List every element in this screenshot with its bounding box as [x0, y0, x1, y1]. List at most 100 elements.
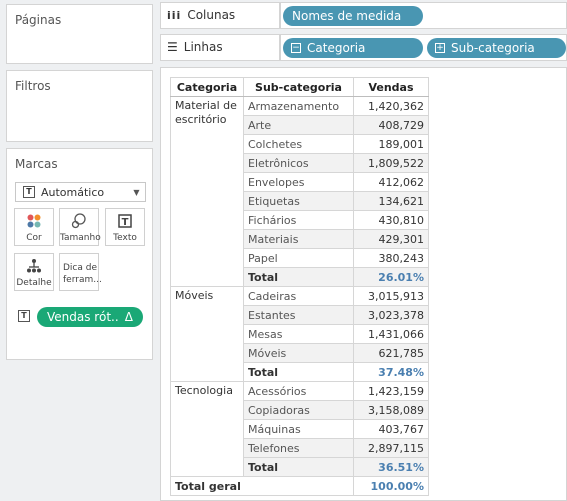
- mark-type-value: Automático: [41, 185, 105, 199]
- color-dots-icon: [15, 213, 53, 233]
- subtotal-value[interactable]: 36.51%: [353, 457, 429, 477]
- tooltip-label: Dica de ferram...: [63, 263, 102, 285]
- columns-icon: iii: [167, 8, 182, 22]
- sales-cell[interactable]: 2,897,115: [353, 438, 429, 458]
- grand-total-row[interactable]: Total geral 100.00%: [170, 476, 429, 496]
- grand-total-value[interactable]: 100.00%: [353, 476, 429, 496]
- subtotal-value[interactable]: 26.01%: [353, 267, 429, 287]
- viz-canvas[interactable]: Categoria Sub-categoria Vendas Material …: [160, 67, 567, 501]
- collapse-icon[interactable]: −: [291, 43, 301, 53]
- detail-icon: [15, 258, 53, 278]
- marks-panel: Marcas T Automático ▼ Cor Tamanho T Text…: [6, 148, 153, 360]
- sales-cell[interactable]: 3,158,089: [353, 400, 429, 420]
- sales-cell[interactable]: 430,810: [353, 210, 429, 230]
- row-pill-subcategory-label: Sub-categoria: [451, 41, 535, 55]
- sales-cell[interactable]: 380,243: [353, 248, 429, 268]
- category-cell[interactable]: Móveis: [170, 286, 244, 382]
- delta-icon: Δ: [124, 310, 133, 324]
- subcategory-cell[interactable]: Estantes: [243, 305, 354, 325]
- pages-title: Páginas: [15, 13, 62, 27]
- marks-title: Marcas: [15, 157, 58, 171]
- label-mark-icon: T: [18, 310, 30, 322]
- table-row[interactable]: Material de escritório Armazenamento 1,4…: [170, 96, 429, 287]
- filters-panel[interactable]: Filtros: [6, 70, 153, 142]
- sales-cell[interactable]: 1,423,159: [353, 381, 429, 401]
- column-pill-measure-names[interactable]: Nomes de medida: [283, 6, 423, 26]
- subcategory-cell[interactable]: Máquinas: [243, 419, 354, 439]
- subtotal-label: Total: [243, 267, 354, 287]
- subcategory-cell[interactable]: Arte: [243, 115, 354, 135]
- chevron-down-icon: ▼: [133, 188, 140, 197]
- columns-label: Colunas: [187, 8, 236, 22]
- rows-icon: ☰: [167, 40, 178, 54]
- text-mark-icon: T: [23, 186, 35, 198]
- sales-cell[interactable]: 408,729: [353, 115, 429, 135]
- table-row[interactable]: Móveis Cadeiras 3,015,913: [170, 286, 429, 382]
- subcategory-cell[interactable]: Armazenamento: [243, 96, 354, 116]
- grand-total-label: Total geral: [170, 476, 354, 496]
- mark-type-dropdown[interactable]: T Automático ▼: [15, 182, 146, 202]
- crosstab-table: Categoria Sub-categoria Vendas Material …: [170, 77, 429, 496]
- header-category[interactable]: Categoria: [170, 77, 244, 97]
- subcategory-cell[interactable]: Mesas: [243, 324, 354, 344]
- sales-cell[interactable]: 1,431,066: [353, 324, 429, 344]
- category-cell[interactable]: Tecnologia: [170, 381, 244, 477]
- header-row: Categoria Sub-categoria Vendas: [170, 77, 429, 97]
- subcategory-cell[interactable]: Envelopes: [243, 172, 354, 192]
- subcategory-cell[interactable]: Telefones: [243, 438, 354, 458]
- text-label: Texto: [113, 233, 137, 243]
- sales-cell[interactable]: 3,023,378: [353, 305, 429, 325]
- subcategory-cell[interactable]: Móveis: [243, 343, 354, 363]
- expand-icon[interactable]: +: [435, 43, 445, 53]
- row-pill-category[interactable]: − Categoria: [283, 38, 423, 58]
- subcategory-cell[interactable]: Materiais: [243, 229, 354, 249]
- sales-cell[interactable]: 134,621: [353, 191, 429, 211]
- columns-shelf[interactable]: Nomes de medida: [280, 2, 567, 29]
- sales-cell[interactable]: 189,001: [353, 134, 429, 154]
- label-pill-sales[interactable]: Vendas rót.. Δ: [37, 307, 143, 327]
- subcategory-cell[interactable]: Fichários: [243, 210, 354, 230]
- text-icon: T: [106, 213, 144, 233]
- column-pill-label: Nomes de medida: [292, 9, 402, 23]
- sales-cell[interactable]: 429,301: [353, 229, 429, 249]
- subcategory-cell[interactable]: Cadeiras: [243, 286, 354, 306]
- color-label: Cor: [26, 233, 42, 243]
- row-pill-subcategory[interactable]: + Sub-categoria: [427, 38, 566, 58]
- subcategory-cell[interactable]: Papel: [243, 248, 354, 268]
- subcategory-cell[interactable]: Acessórios: [243, 381, 354, 401]
- sales-cell[interactable]: 1,809,522: [353, 153, 429, 173]
- sales-cell[interactable]: 621,785: [353, 343, 429, 363]
- detail-label: Detalhe: [16, 278, 52, 288]
- columns-shelf-label-box: iii Colunas: [160, 2, 280, 29]
- label-pill-text: Vendas rót..: [47, 310, 119, 324]
- size-label: Tamanho: [60, 233, 101, 243]
- rows-label: Linhas: [183, 40, 223, 54]
- filters-title: Filtros: [15, 79, 51, 93]
- subcategory-cell[interactable]: Etiquetas: [243, 191, 354, 211]
- rows-shelf[interactable]: − Categoria + Sub-categoria: [280, 34, 567, 61]
- category-cell[interactable]: Material de escritório: [170, 96, 244, 287]
- color-button[interactable]: Cor: [14, 208, 54, 246]
- subtotal-label: Total: [243, 362, 354, 382]
- subcategory-cell[interactable]: Eletrônicos: [243, 153, 354, 173]
- detail-button[interactable]: Detalhe: [14, 253, 54, 291]
- subcategory-cell[interactable]: Copiadoras: [243, 400, 354, 420]
- size-button[interactable]: Tamanho: [59, 208, 101, 246]
- sales-cell[interactable]: 1,420,362: [353, 96, 429, 116]
- subtotal-label: Total: [243, 457, 354, 477]
- header-sales[interactable]: Vendas: [353, 77, 429, 97]
- text-button[interactable]: T Texto: [105, 208, 145, 246]
- subtotal-value[interactable]: 37.48%: [353, 362, 429, 382]
- sales-cell[interactable]: 3,015,913: [353, 286, 429, 306]
- sales-cell[interactable]: 403,767: [353, 419, 429, 439]
- table-row[interactable]: Tecnologia Acessórios 1,423,159: [170, 381, 429, 477]
- row-pill-category-label: Categoria: [307, 41, 366, 55]
- sales-cell[interactable]: 412,062: [353, 172, 429, 192]
- subcategory-cell[interactable]: Colchetes: [243, 134, 354, 154]
- pages-panel[interactable]: Páginas: [6, 4, 153, 64]
- header-subcategory[interactable]: Sub-categoria: [243, 77, 354, 97]
- rows-shelf-label-box: ☰ Linhas: [160, 34, 280, 61]
- tooltip-button[interactable]: Dica de ferram...: [59, 253, 102, 291]
- svg-text:T: T: [122, 217, 129, 228]
- size-icon: [60, 213, 98, 233]
